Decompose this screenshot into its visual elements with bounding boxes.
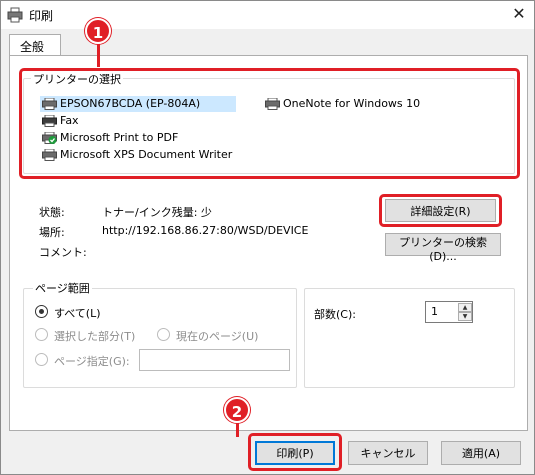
find-printer-button[interactable]: プリンターの検索(D)... xyxy=(385,233,501,263)
printer-item-xps[interactable]: Microsoft XPS Document Writer xyxy=(40,147,232,163)
printer-select-group-label: プリンターの選択 xyxy=(31,71,123,87)
copies-label: 部数(C): xyxy=(314,308,356,321)
printer-icon xyxy=(42,149,57,161)
printer-icon xyxy=(265,98,280,110)
location-value: http://192.168.86.27:80/WSD/DEVICE xyxy=(102,224,309,237)
copies-value: 1 xyxy=(431,305,438,318)
page-range-group-label: ページ範囲 xyxy=(33,280,92,296)
tab-general[interactable]: 全般 xyxy=(9,34,61,56)
window-title: 印刷 xyxy=(29,9,54,23)
printer-icon xyxy=(42,98,57,110)
title-bar: 印刷 ✕ xyxy=(1,1,534,29)
printer-name: Fax xyxy=(60,114,79,127)
copies-group xyxy=(304,288,515,388)
status-label: 状態: xyxy=(39,206,65,219)
badge-1-pointer xyxy=(97,41,100,67)
tab-general-label: 全般 xyxy=(20,40,45,54)
printer-name: Microsoft Print to PDF xyxy=(60,131,179,144)
print-button[interactable]: 印刷(P) xyxy=(255,441,335,465)
radio-current-page[interactable] xyxy=(157,328,170,341)
printer-item-pdf[interactable]: Microsoft Print to PDF xyxy=(40,130,178,146)
apply-button[interactable]: 適用(A) xyxy=(441,441,521,465)
radio-selection-label: 選択した部分(T) xyxy=(54,330,136,343)
printer-item-fax[interactable]: Fax xyxy=(40,113,79,129)
close-button[interactable]: ✕ xyxy=(506,3,532,25)
copies-increment-button[interactable]: ▲ xyxy=(458,303,472,312)
printer-item-onenote[interactable]: OneNote for Windows 10 xyxy=(263,96,420,112)
printer-icon xyxy=(7,7,23,23)
default-printer-icon xyxy=(42,132,57,144)
printer-list[interactable]: EPSON67BCDA (EP-804A) OneNote for Window… xyxy=(35,91,505,169)
radio-current-page-label: 現在のページ(U) xyxy=(176,330,259,343)
step-badge-1: 1 xyxy=(85,18,111,44)
page-numbers-input[interactable] xyxy=(139,349,290,371)
printer-name: EPSON67BCDA (EP-804A) xyxy=(60,97,201,110)
printer-item-epson[interactable]: EPSON67BCDA (EP-804A) xyxy=(40,96,236,112)
copies-decrement-button[interactable]: ▼ xyxy=(458,312,472,321)
location-label: 場所: xyxy=(39,226,65,239)
close-icon: ✕ xyxy=(512,4,526,23)
radio-dot xyxy=(39,309,44,314)
step-badge-2: 2 xyxy=(224,397,250,423)
radio-selection[interactable] xyxy=(35,328,48,341)
status-value: トナー/インク残量: 少 xyxy=(102,206,212,219)
copies-stepper[interactable]: 1 ▲ ▼ xyxy=(425,301,473,323)
radio-page-numbers[interactable] xyxy=(35,353,48,366)
radio-all-pages-label: すべて(L) xyxy=(54,307,101,320)
printer-name: OneNote for Windows 10 xyxy=(283,97,421,110)
comment-label: コメント: xyxy=(39,246,87,259)
radio-page-numbers-label: ページ指定(G): xyxy=(54,355,130,368)
printer-name: Microsoft XPS Document Writer xyxy=(60,148,233,161)
preferences-button[interactable]: 詳細設定(R) xyxy=(385,199,496,222)
fax-printer-icon xyxy=(42,115,57,127)
radio-all-pages[interactable] xyxy=(35,305,48,318)
print-dialog: 印刷 ✕ 全般 プリンターの選択 EPSON67BCDA (EP-804A) O xyxy=(0,0,535,475)
cancel-button[interactable]: キャンセル xyxy=(348,441,428,465)
